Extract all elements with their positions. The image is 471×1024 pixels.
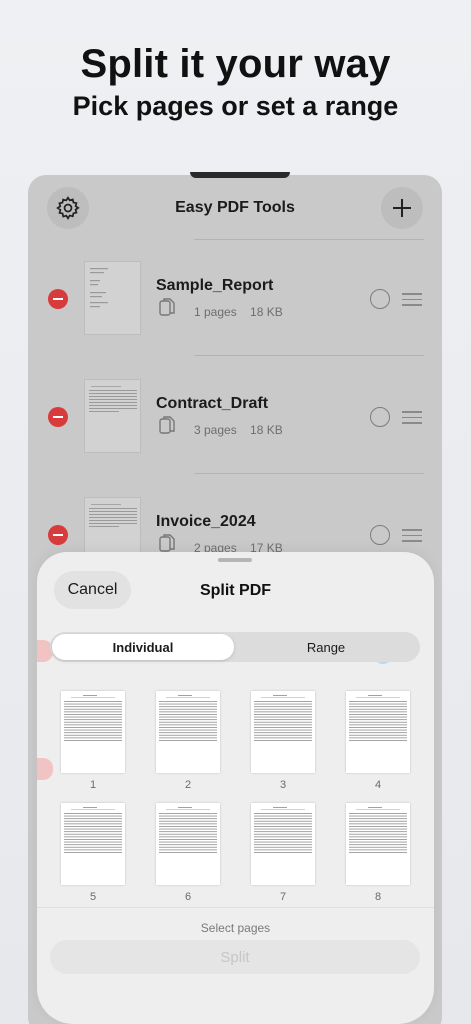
page-thumbnail[interactable]: 5 xyxy=(61,803,125,903)
page-thumbnail[interactable]: 8 xyxy=(346,803,410,903)
select-radio[interactable] xyxy=(370,525,390,545)
split-mode-control: Individual Range xyxy=(50,632,420,662)
headline: Split it your way xyxy=(80,42,391,86)
page-preview xyxy=(346,691,410,773)
divider xyxy=(194,473,424,474)
page-preview xyxy=(251,803,315,885)
page-thumbnail[interactable]: 6 xyxy=(156,803,220,903)
page-thumbnail[interactable]: 1 xyxy=(61,691,125,791)
select-pages-hint: Select pages xyxy=(200,921,271,935)
drag-handle-icon[interactable] xyxy=(402,529,422,546)
remove-button[interactable] xyxy=(48,525,68,545)
file-pages: 1 pages xyxy=(194,305,237,319)
file-meta: 3 pages 18 KB xyxy=(194,423,283,437)
split-sheet: Cancel Split PDF Individual Range 123456… xyxy=(37,552,434,1024)
sheet-grabber[interactable] xyxy=(218,558,252,562)
page-preview xyxy=(156,691,220,773)
select-radio[interactable] xyxy=(370,289,390,309)
app-title: Easy PDF Tools xyxy=(175,199,295,216)
page-number: 4 xyxy=(374,779,382,791)
file-row[interactable]: Contract_Draft 3 pages 18 KB xyxy=(28,377,442,477)
page-number: 1 xyxy=(89,779,97,791)
divider xyxy=(194,355,424,356)
page-preview xyxy=(251,691,315,773)
mode-individual-tab[interactable]: Individual xyxy=(52,634,234,660)
divider xyxy=(194,239,424,240)
page-preview xyxy=(156,803,220,885)
mode-range-tab[interactable]: Range xyxy=(234,634,418,660)
page-number: 2 xyxy=(184,779,192,791)
pages-icon xyxy=(159,298,175,316)
file-row[interactable]: Sample_Report 1 pages 18 KB xyxy=(28,259,442,359)
remove-button[interactable] xyxy=(48,407,68,427)
file-name: Contract_Draft xyxy=(156,395,269,412)
page-number: 3 xyxy=(279,779,287,791)
file-meta: 1 pages 18 KB xyxy=(194,305,283,319)
file-size: 18 KB xyxy=(250,423,283,437)
page-number: 5 xyxy=(89,891,97,903)
page-preview xyxy=(61,691,125,773)
background-remove-ghost xyxy=(37,758,53,780)
divider xyxy=(37,907,434,908)
page-thumbnail[interactable]: 4 xyxy=(346,691,410,791)
page-number: 7 xyxy=(279,891,287,903)
device-notch xyxy=(190,172,290,178)
drag-handle-icon[interactable] xyxy=(402,293,422,310)
page-preview xyxy=(61,803,125,885)
page-thumbnail[interactable]: 7 xyxy=(251,803,315,903)
page-number: 6 xyxy=(184,891,192,903)
file-name: Sample_Report xyxy=(156,277,274,294)
app-header: Easy PDF Tools xyxy=(28,175,442,239)
page-thumbnail[interactable]: 3 xyxy=(251,691,315,791)
file-name: Invoice_2024 xyxy=(156,513,256,530)
file-size: 18 KB xyxy=(250,305,283,319)
select-radio[interactable] xyxy=(370,407,390,427)
add-file-button[interactable] xyxy=(381,187,423,229)
page-number: 8 xyxy=(374,891,382,903)
plus-icon xyxy=(393,199,411,217)
subheadline: Pick pages or set a range xyxy=(72,91,399,121)
file-thumbnail xyxy=(84,261,141,335)
split-button[interactable]: Split xyxy=(50,940,420,974)
remove-button[interactable] xyxy=(48,289,68,309)
page-thumbnail[interactable]: 2 xyxy=(156,691,220,791)
drag-handle-icon[interactable] xyxy=(402,411,422,428)
pages-icon xyxy=(159,534,175,552)
file-thumbnail xyxy=(84,379,141,453)
file-pages: 3 pages xyxy=(194,423,237,437)
sheet-title: Split PDF xyxy=(199,582,272,599)
page-preview xyxy=(346,803,410,885)
pages-icon xyxy=(159,416,175,434)
